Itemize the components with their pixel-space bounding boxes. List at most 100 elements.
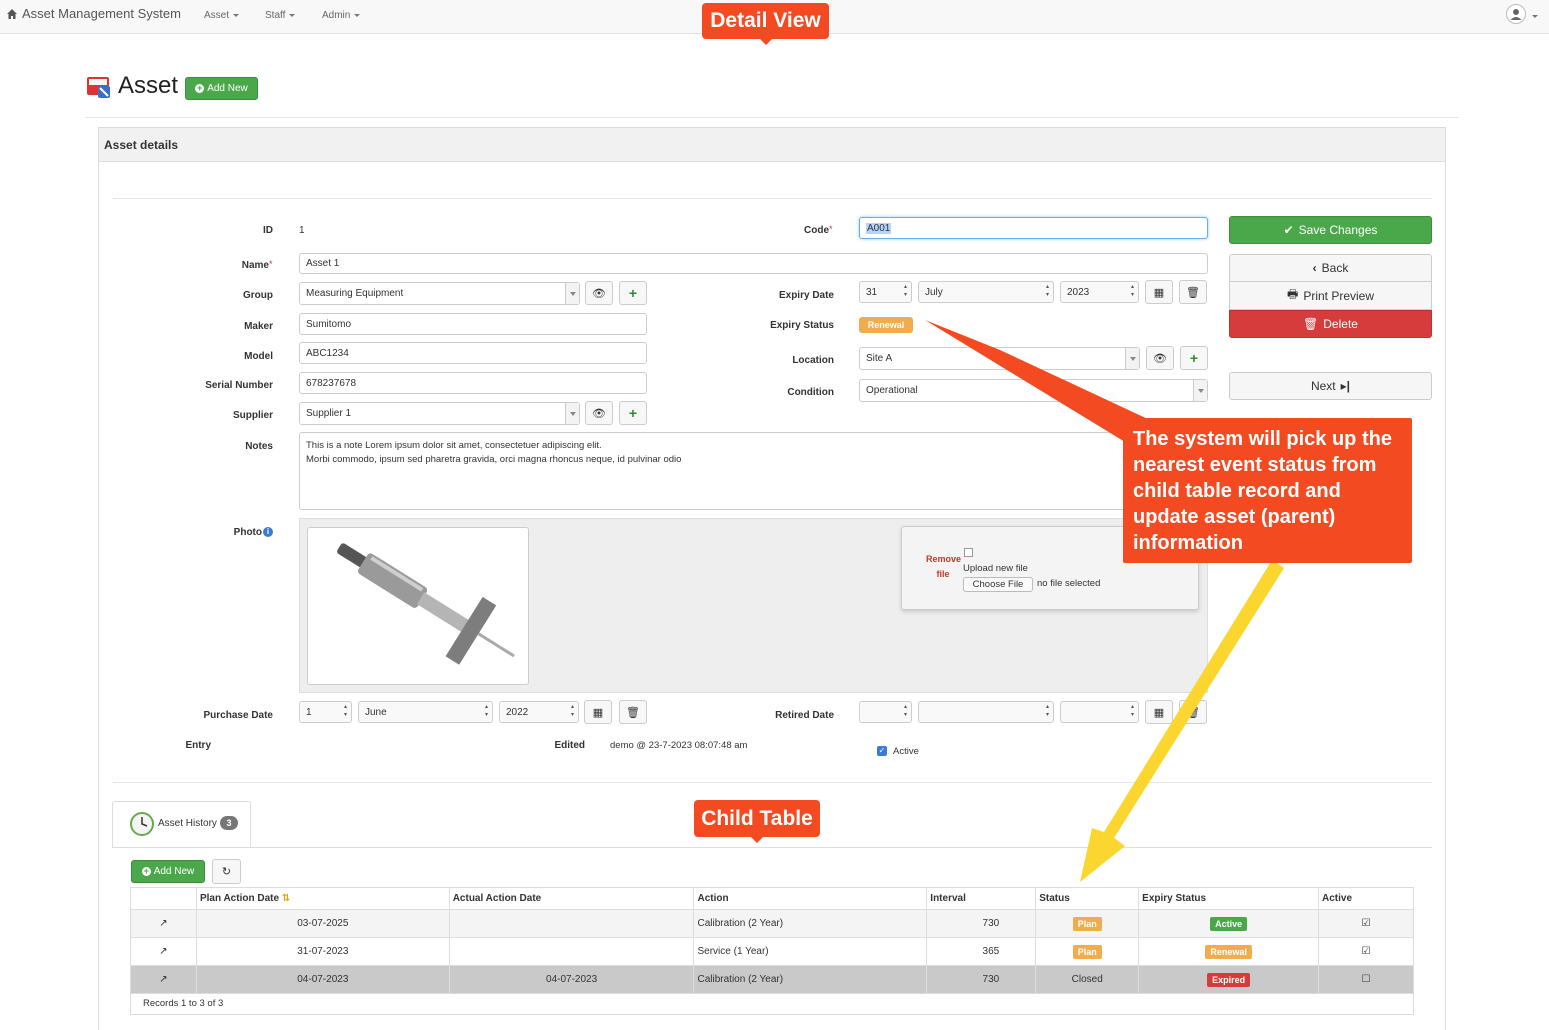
chevron-down-icon: [565, 403, 579, 424]
nav-menu-asset[interactable]: Asset: [204, 10, 240, 21]
condition-select[interactable]: Operational: [859, 379, 1208, 402]
retired-calendar-button[interactable]: ▦: [1145, 700, 1173, 724]
name-input[interactable]: Asset 1: [299, 253, 1208, 274]
table-row[interactable]: ↗ 04-07-2023 04-07-2023 Calibration (2 Y…: [130, 965, 1414, 994]
edited-label: Edited: [554, 740, 585, 751]
location-select[interactable]: Site A: [859, 347, 1140, 370]
edit-row-button[interactable]: ↗: [130, 937, 197, 966]
purchase-month-select[interactable]: June: [358, 701, 493, 723]
page-title: Asset: [118, 72, 179, 99]
user-menu-button[interactable]: [1506, 4, 1526, 24]
callout-child-table: Child Table: [694, 800, 820, 843]
chevron-down-icon: [354, 13, 361, 17]
retired-year-select[interactable]: [1060, 701, 1139, 723]
refresh-icon: ↻: [221, 866, 232, 878]
column-header[interactable]: Action: [693, 887, 928, 910]
refresh-button[interactable]: ↻: [212, 859, 241, 884]
column-header-plan-action-date[interactable]: Plan Action Date ⇅: [195, 887, 450, 910]
chevron-down-icon: [1532, 15, 1538, 18]
callout-detail-view-text: Detail View: [710, 9, 821, 32]
column-header[interactable]: Status: [1035, 887, 1140, 910]
info-icon[interactable]: i: [263, 527, 273, 537]
column-header[interactable]: Active: [1318, 887, 1414, 910]
expiry-status-badge: Renewal: [859, 317, 913, 333]
next-button[interactable]: Next ▸|: [1229, 372, 1432, 400]
home-icon: [7, 8, 17, 19]
status-cell: Plan: [1035, 937, 1140, 966]
delete-button[interactable]: 🗑 Delete: [1229, 310, 1432, 338]
add-new-asset-button[interactable]: + Add New: [185, 77, 258, 100]
choose-file-button[interactable]: Choose File: [963, 577, 1033, 592]
delete-label: Delete: [1323, 317, 1358, 331]
expiry-month-select[interactable]: July: [918, 281, 1054, 303]
model-label: Model: [244, 351, 273, 362]
add-location-button[interactable]: +: [1180, 346, 1208, 370]
plus-icon: +: [628, 405, 638, 421]
active-cell: ☑: [1318, 937, 1414, 966]
notes-line: Morbi commodo, ipsum sed pharetra gravid…: [306, 454, 682, 465]
active-label: Active: [893, 746, 919, 757]
notes-textarea[interactable]: This is a note Lorem ipsum dolor sit ame…: [299, 432, 1208, 510]
column-header[interactable]: Actual Action Date: [448, 887, 695, 910]
retired-day-select[interactable]: [859, 701, 912, 723]
code-input[interactable]: A001: [859, 217, 1208, 239]
expiry-year-select[interactable]: 2023: [1060, 281, 1139, 303]
external-link-icon: ↗: [159, 974, 168, 985]
sort-icon: ⇅: [281, 893, 291, 904]
expiry-clear-button[interactable]: 🗑: [1179, 280, 1207, 304]
nav-menu-staff[interactable]: Staff: [265, 10, 296, 21]
nav-menu-admin[interactable]: Admin: [322, 10, 361, 21]
expiry-status-cell: Expired: [1138, 965, 1320, 994]
column-header[interactable]: Expiry Status: [1138, 887, 1320, 910]
brand-link[interactable]: Asset Management System: [6, 6, 181, 21]
maker-input[interactable]: Sumitomo: [299, 313, 647, 335]
active-checkbox[interactable]: ✓: [877, 746, 887, 756]
add-new-history-button[interactable]: + Add New: [131, 860, 205, 883]
group-select[interactable]: Measuring Equipment: [299, 282, 580, 305]
action-cell: Service (1 Year): [693, 937, 928, 966]
asset-photo: [307, 527, 529, 685]
purchase-day-select[interactable]: 1: [299, 701, 352, 723]
model-input[interactable]: ABC1234: [299, 342, 647, 364]
status-badge: Plan: [1072, 944, 1102, 959]
expiry-status-badge: Expired: [1207, 972, 1251, 987]
save-changes-button[interactable]: ✔ Save Changes: [1229, 216, 1432, 244]
view-supplier-button[interactable]: 👁: [585, 401, 613, 425]
tab-divider: [112, 847, 1432, 848]
table-row[interactable]: ↗ 03-07-2025 Calibration (2 Year) 730 Pl…: [130, 909, 1414, 938]
expiry-date-label: Expiry Date: [778, 290, 834, 301]
condition-label: Condition: [787, 387, 834, 398]
remove-file-checkbox[interactable]: [964, 548, 973, 557]
retired-month-select[interactable]: [918, 701, 1054, 723]
column-header[interactable]: Interval: [926, 887, 1037, 910]
view-group-button[interactable]: 👁: [585, 281, 613, 305]
purchase-clear-button[interactable]: 🗑: [619, 700, 647, 724]
id-label: ID: [263, 225, 273, 236]
id-value: 1: [299, 225, 305, 236]
retired-clear-button[interactable]: 🗑: [1179, 700, 1207, 724]
expiry-calendar-button[interactable]: ▦: [1145, 280, 1173, 304]
view-location-button[interactable]: 👁: [1146, 346, 1174, 370]
print-preview-button[interactable]: 🖶 Print Preview: [1229, 282, 1432, 310]
expiry-day-select[interactable]: 31: [859, 281, 912, 303]
edit-row-button[interactable]: ↗: [130, 909, 197, 938]
remove-file-label[interactable]: Remove file: [926, 552, 961, 582]
purchase-year-select[interactable]: 2022: [499, 701, 579, 723]
back-button[interactable]: ‹ Back: [1229, 254, 1432, 282]
user-icon: [1510, 9, 1522, 20]
location-select-value: Site A: [866, 353, 893, 364]
plus-circle-icon: +: [141, 866, 151, 876]
table-row[interactable]: ↗ 31-07-2023 Service (1 Year) 365 Plan R…: [130, 937, 1414, 966]
purchase-calendar-button[interactable]: ▦: [584, 700, 612, 724]
edit-row-button[interactable]: ↗: [130, 965, 197, 994]
add-supplier-button[interactable]: +: [619, 401, 647, 425]
trash-icon: 🗑: [1186, 706, 1200, 719]
nav-menu-staff-label: Staff: [265, 10, 286, 21]
chevron-left-icon: ‹: [1312, 261, 1317, 275]
tab-asset-history-label: Asset History: [158, 818, 217, 829]
serial-number-input[interactable]: 678237678: [299, 372, 647, 394]
add-group-button[interactable]: +: [619, 281, 647, 305]
entry-label: Entry: [185, 740, 211, 751]
supplier-select[interactable]: Supplier 1: [299, 402, 580, 425]
external-link-icon: ↗: [159, 946, 168, 957]
